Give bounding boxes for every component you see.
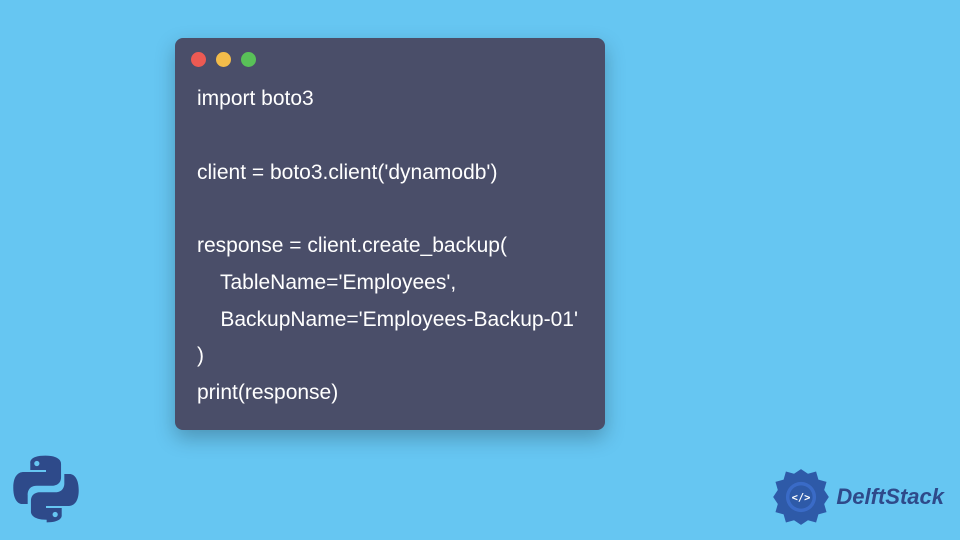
delftstack-badge-icon: </> <box>772 468 830 526</box>
code-line: client = boto3.client('dynamodb') <box>197 161 497 184</box>
code-block: import boto3 client = boto3.client('dyna… <box>175 75 605 412</box>
python-logo-icon <box>10 453 82 530</box>
maximize-dot-icon <box>241 52 256 67</box>
close-dot-icon <box>191 52 206 67</box>
code-line: ) <box>197 344 204 367</box>
code-line: print(response) <box>197 381 338 404</box>
code-line: BackupName='Employees-Backup-01' <box>197 308 578 331</box>
code-window: import boto3 client = boto3.client('dyna… <box>175 38 605 430</box>
svg-text:</>: </> <box>792 492 811 504</box>
code-line: response = client.create_backup( <box>197 234 507 257</box>
brand-name: DelftStack <box>836 484 944 510</box>
code-line: TableName='Employees', <box>197 271 456 294</box>
minimize-dot-icon <box>216 52 231 67</box>
window-controls <box>175 38 605 75</box>
code-line: import boto3 <box>197 87 314 110</box>
delftstack-logo: </> DelftStack <box>772 468 944 526</box>
